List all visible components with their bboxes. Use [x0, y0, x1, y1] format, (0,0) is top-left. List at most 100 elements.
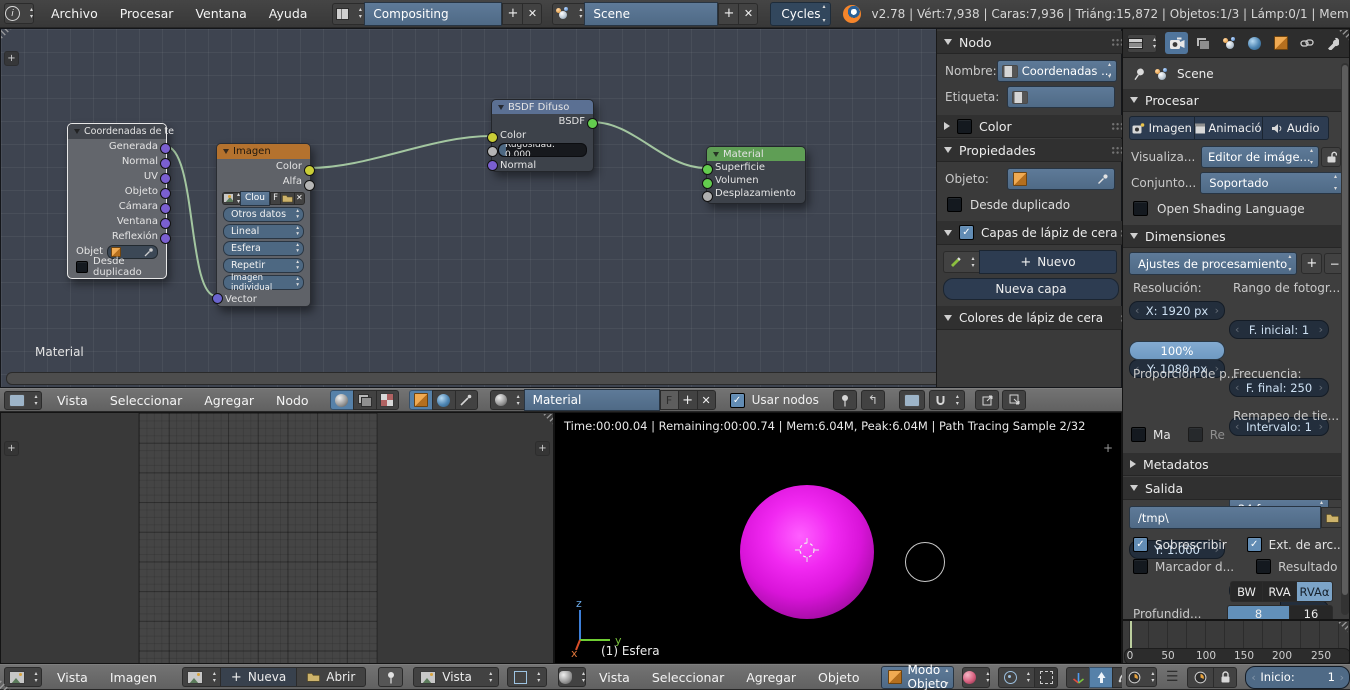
compositing-nodes-toggle[interactable] [353, 390, 376, 410]
properties-scrollbar[interactable] [1341, 63, 1349, 615]
node-header[interactable]: Material [707, 147, 805, 161]
socket-vector-in[interactable] [212, 293, 223, 304]
socket-alfa-out[interactable] [304, 180, 315, 191]
scene-name-field[interactable]: Scene [584, 2, 718, 26]
material-browse-button[interactable] [490, 390, 524, 410]
viewport-3d[interactable]: Time:00:00.04 | Remaining:00:00.74 | Mem… [554, 412, 1122, 664]
color-enable-checkbox[interactable] [957, 119, 972, 134]
depth-16-button[interactable]: 16 [1289, 605, 1333, 620]
image-editor-canvas[interactable]: + + [0, 412, 554, 664]
manipulator-toggle[interactable] [1066, 667, 1089, 688]
file-extensions-checkbox[interactable]: ✓ [1247, 537, 1262, 552]
render-presets-dropdown[interactable]: Ajustes de procesamiento [1129, 252, 1297, 275]
menu-seleccionar[interactable]: Seleccionar [99, 393, 193, 408]
menu-vista[interactable]: Vista [588, 670, 641, 685]
menu-nodo[interactable]: Nodo [265, 393, 320, 408]
unlink-image-button[interactable]: ✕ [294, 192, 305, 205]
socket-desplazamiento-in[interactable] [702, 191, 713, 202]
editor-type-button[interactable] [1127, 34, 1157, 53]
fake-user-button[interactable]: F [660, 390, 678, 410]
socket-superficie-in[interactable] [702, 164, 713, 175]
menu-agregar[interactable]: Agregar [193, 393, 265, 408]
copy-nodes-button[interactable] [975, 390, 999, 410]
socket-ventana[interactable] [160, 218, 171, 229]
shader-nodes-toggle[interactable] [330, 390, 353, 410]
panel-header-grease-pencil[interactable]: ✓ Capas de lápiz de cera [937, 221, 1135, 245]
render-animation-button[interactable]: Animació [1195, 116, 1263, 140]
editor-type-button[interactable] [4, 391, 42, 410]
tab-object[interactable] [1269, 32, 1292, 54]
tab-render-layers[interactable] [1191, 32, 1214, 54]
rgb-button[interactable]: RVA [1262, 581, 1296, 602]
frame-start-field[interactable]: F. inicial: 1 [1229, 320, 1329, 339]
source-dropdown[interactable]: Imagen individual [223, 275, 304, 290]
object-field[interactable] [1007, 168, 1115, 190]
crop-checkbox[interactable] [1188, 427, 1203, 442]
overwrite-checkbox[interactable]: ✓ [1133, 537, 1148, 552]
linestyle-context-toggle[interactable] [455, 390, 478, 410]
socket-camara[interactable] [160, 203, 171, 214]
node-image-texture[interactable]: Imagen Color Alfa Clou F ✕ Otros datos L… [216, 143, 311, 307]
editor-type-button[interactable] [1126, 667, 1157, 687]
socket-uv[interactable] [160, 173, 171, 184]
menu-objeto[interactable]: Objeto [807, 670, 871, 685]
timeline-ruler[interactable]: 0 50 100 150 200 250 [1122, 620, 1350, 664]
translate-manipulator-toggle[interactable] [1089, 667, 1112, 688]
socket-color-out[interactable] [304, 165, 315, 176]
region-expand-button[interactable]: + [4, 441, 19, 456]
grease-pencil-browse-button[interactable] [943, 251, 979, 273]
editor-type-button[interactable] [558, 667, 586, 687]
node-material-output[interactable]: Material Superficie Volumen Desplazamien… [706, 146, 806, 204]
panel-header-grease-pencil-colors[interactable]: Colores de lápiz de cera [937, 306, 1135, 330]
world-context-toggle[interactable] [432, 390, 455, 410]
open-image-button[interactable]: Abrir [296, 667, 366, 687]
go-parent-node-tree-button[interactable]: ↰ [861, 390, 885, 410]
display-dropdown[interactable]: Editor de imáge... [1201, 146, 1319, 168]
region-expand-button[interactable]: + [4, 51, 19, 66]
border-checkbox[interactable] [1131, 427, 1146, 442]
pivot-point-dropdown[interactable] [998, 667, 1034, 688]
info-editor-type-button[interactable]: i [4, 3, 34, 24]
viewport-shading-dropdown[interactable] [962, 667, 990, 688]
color-space-dropdown[interactable]: Otros datos [223, 207, 304, 222]
grease-pencil-checkbox[interactable]: ✓ [959, 225, 974, 240]
start-frame-field[interactable]: Inicio: 1 [1245, 666, 1350, 689]
image-browse-button[interactable] [222, 192, 240, 205]
panel-header-metadatos[interactable]: Metadatos [1123, 453, 1350, 476]
display-mode-button[interactable] [507, 667, 547, 687]
menu-ayuda[interactable]: Ayuda [258, 6, 319, 21]
resolution-percentage-slider[interactable]: 100% [1129, 341, 1225, 360]
grease-pencil-new-button[interactable]: + Nuevo [979, 250, 1117, 274]
depth-8-button[interactable]: 8 [1227, 605, 1289, 620]
projection-dropdown[interactable]: Esfera [223, 241, 304, 256]
lock-frame-range-button[interactable] [1213, 667, 1237, 688]
socket-volumen-in[interactable] [702, 178, 713, 189]
panel-header-nodo[interactable]: Nodo [937, 31, 1135, 54]
node-header[interactable]: Coordenadas de te [68, 124, 166, 139]
socket-bsdf-out[interactable] [587, 118, 598, 129]
rgba-button[interactable]: RVAα [1296, 581, 1333, 602]
socket-reflexion[interactable] [160, 233, 171, 244]
close-scene-button[interactable]: ✕ [738, 3, 758, 25]
panel-header-dimensiones[interactable]: Dimensiones [1123, 225, 1350, 248]
pin-button[interactable] [378, 667, 403, 687]
material-name-field[interactable]: Material [524, 389, 660, 411]
menu-procesar[interactable]: Procesar [109, 6, 185, 21]
node-texture-coordinate[interactable]: Coordenadas de te Generada Normal UV Obj… [67, 123, 167, 279]
menu-ventana[interactable]: Ventana [184, 6, 257, 21]
screen-layout-browse-button[interactable] [332, 3, 364, 25]
menu-vista[interactable]: Vista [46, 393, 99, 408]
panel-header-procesar[interactable]: Procesar [1123, 89, 1350, 112]
extension-dropdown[interactable]: Repetir [223, 258, 304, 273]
lock-interface-button[interactable] [1321, 147, 1341, 167]
collapse-triangle-icon[interactable] [223, 149, 229, 154]
render-engine-dropdown[interactable]: Cycles [770, 2, 831, 26]
new-image-button[interactable]: +Nueva [220, 667, 296, 687]
close-layout-button[interactable]: ✕ [522, 3, 542, 25]
node-name-field[interactable]: Coordenadas ... [997, 60, 1117, 82]
menus-collapsed-button[interactable]: ☰ [1166, 669, 1179, 685]
from-duplicate-checkbox[interactable] [76, 261, 88, 273]
editor-type-button[interactable] [4, 667, 42, 687]
region-expand-button[interactable]: + [1103, 441, 1113, 455]
collapse-triangle-icon[interactable] [74, 129, 80, 134]
